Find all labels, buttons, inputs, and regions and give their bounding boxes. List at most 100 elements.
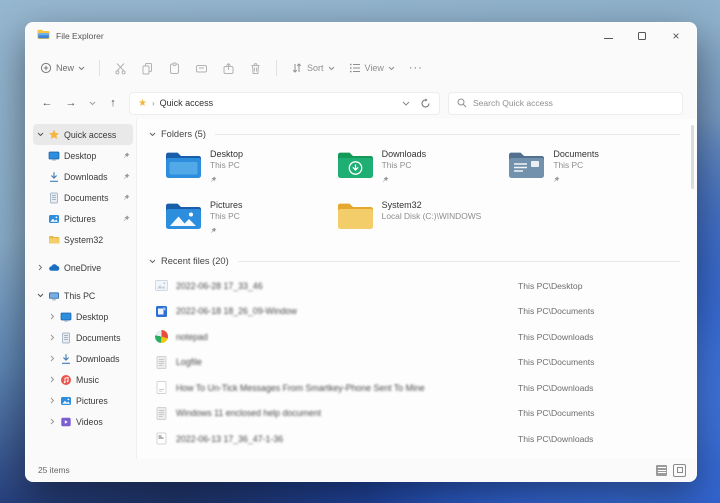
sort-button[interactable]: Sort [291,62,335,74]
window-title: File Explorer [56,31,104,41]
document-file-icon [156,355,167,369]
folder-tile-downloads[interactable]: Downloads This PC [337,149,509,196]
sidebar-item-onedrive[interactable]: OneDrive [33,257,133,278]
file-path: This PC\Desktop [518,280,583,291]
sidebar-item-label: This PC [64,290,96,301]
sidebar-item-pc-documents[interactable]: Documents [45,327,133,348]
search-box[interactable] [447,91,683,115]
forward-button[interactable]: → [63,97,79,109]
sidebar-item-pc-videos[interactable]: Videos [45,411,133,432]
view-button-label: View [364,63,384,73]
sidebar-item-pc-pictures[interactable]: Pictures [45,390,133,411]
breadcrumb[interactable]: Quick access [160,98,214,108]
sidebar-item-this-pc[interactable]: This PC [33,285,133,306]
search-icon [457,98,467,108]
sidebar-item-quick-access[interactable]: Quick access [33,124,133,145]
sidebar-item-downloads[interactable]: Downloads [45,166,133,187]
onedrive-cloud-icon [49,263,60,271]
sidebar-item-label: Videos [76,416,103,427]
folder-tile-system32[interactable]: System32 Local Disk (C:)\WINDOWS [337,200,509,247]
rename-button[interactable] [195,62,208,75]
cut-button[interactable] [114,62,127,75]
view-button[interactable]: View [349,62,395,74]
file-path: This PC\Downloads [518,331,594,342]
command-toolbar: New Sort View ··· [26,49,696,87]
quick-access-star-icon: ★ [138,97,147,109]
sidebar-item-desktop[interactable]: Desktop [45,145,133,166]
sidebar-item-label: Desktop [64,150,97,161]
folder-plain-icon [337,203,373,229]
file-path: This PC\Downloads [518,433,594,444]
file-name: 2022-06-18 18_26_09-Window [176,306,297,317]
folder-name: Documents [553,149,599,159]
recent-locations-button[interactable] [87,99,97,108]
sidebar-item-pc-desktop[interactable]: Desktop [45,306,133,327]
copy-icon [142,62,153,74]
downloads-icon [50,171,58,182]
more-options-button[interactable]: ··· [409,62,423,74]
navigation-bar: ← → ↑ ★ › Quick access [26,87,696,119]
content-scrollbar[interactable] [691,125,694,189]
close-button[interactable]: × [670,30,682,42]
recent-files-section-header[interactable]: Recent files (20) [149,253,680,269]
rename-icon [196,64,208,72]
file-row[interactable]: Logfile This PC\Documents [149,350,680,376]
share-button[interactable] [222,62,235,75]
sidebar-item-pc-downloads[interactable]: Downloads [45,348,133,369]
sidebar-item-system32[interactable]: System32 [45,229,133,250]
file-row[interactable]: 2022-06-13 17_36_47-1-36 This PC\Downloa… [149,426,680,452]
trash-icon [251,62,260,74]
pin-icon [554,176,560,182]
chevron-right-icon [50,334,54,341]
sidebar-item-documents[interactable]: Documents [45,187,133,208]
folder-tile-desktop[interactable]: Desktop This PC [165,149,337,196]
search-input[interactable] [472,98,674,108]
file-row[interactable]: How To Un-Tick Messages From Smartkey-Ph… [149,375,680,401]
large-icons-view-button[interactable] [673,463,686,477]
sidebar-item-label: Desktop [76,311,109,322]
details-view-button[interactable] [656,464,667,476]
file-name: 2022-06-13 17_36_47-1-36 [176,433,284,444]
file-path: This PC\Documents [518,306,595,317]
sidebar-item-pictures[interactable]: Pictures [45,208,133,229]
paste-icon [170,62,180,74]
folders-section-header[interactable]: Folders (5) [149,126,680,142]
copy-button[interactable] [141,62,154,75]
navigation-pane: Quick access Desktop Downloads Documents… [26,119,136,459]
delete-button[interactable] [249,62,262,75]
back-button[interactable]: ← [39,97,55,109]
sidebar-item-pc-music[interactable]: Music [45,369,133,390]
document-file-icon [156,432,167,445]
folder-tile-pictures[interactable]: Pictures This PC [165,200,337,247]
folder-location: Local Disk (C:)\WINDOWS [381,211,482,221]
desktop-icon [48,151,60,161]
folders-grid: Desktop This PC Downloads This PC Docume… [165,149,680,247]
file-row[interactable]: 2022-06-18 18_26_09-Window This PC\Docum… [149,299,680,325]
address-dropdown-icon[interactable] [402,101,410,106]
file-row[interactable]: Windows 11 enclosed help document This P… [149,401,680,427]
up-button[interactable]: ↑ [105,97,121,109]
file-row[interactable]: 2022-06-28 17_33_46 This PC\Desktop [149,273,680,299]
chevron-right-icon [50,397,54,404]
maximize-button[interactable] [636,30,648,42]
items-count: 25 items [38,465,70,475]
folder-icon [49,235,60,243]
file-row[interactable]: notepad This PC\Downloads [149,324,680,350]
paste-button[interactable] [168,62,181,75]
new-button[interactable]: New [40,62,85,74]
circle-plus-icon [40,62,52,74]
folder-tile-documents[interactable]: Documents This PC [508,149,680,196]
section-title: Folders (5) [161,129,206,139]
minimize-button[interactable] [602,30,614,42]
status-bar: 25 items [26,459,696,481]
section-divider [214,133,680,135]
sidebar-item-label: Documents [64,192,109,203]
folder-location: This PC [210,160,240,170]
file-name: How To Un-Tick Messages From Smartkey-Ph… [176,382,425,393]
folder-documents-icon [509,152,545,178]
pin-icon [123,173,130,179]
sidebar-item-label: OneDrive [64,262,102,273]
pictures-icon [61,396,71,405]
refresh-icon[interactable] [420,98,431,109]
address-bar[interactable]: ★ › Quick access [129,91,440,115]
